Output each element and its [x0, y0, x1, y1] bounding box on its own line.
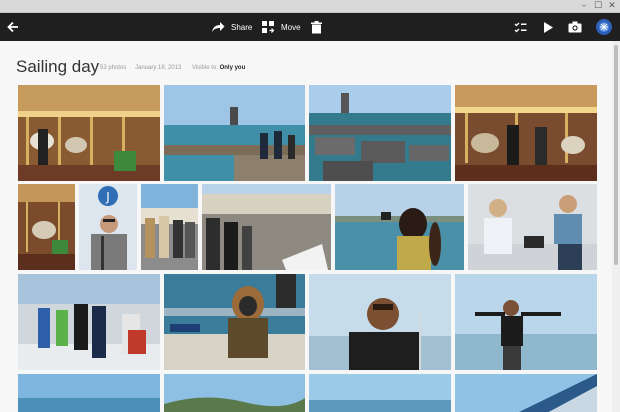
slideshow-button[interactable]	[543, 13, 554, 41]
svg-text:J: J	[105, 190, 110, 204]
photo-tile[interactable]	[18, 374, 160, 412]
photo-tile[interactable]	[141, 184, 198, 270]
checklist-icon	[514, 21, 527, 34]
play-icon	[543, 21, 554, 34]
maximize-icon[interactable]: ☐	[592, 1, 604, 11]
trash-icon	[311, 20, 322, 34]
visibility-value: Only you	[219, 65, 246, 71]
back-arrow-icon	[6, 20, 20, 34]
scrollbar-thumb[interactable]	[614, 45, 618, 265]
album-content: Sailing day 53 photos January 18, 2013 V…	[0, 41, 612, 412]
photo-tile[interactable]	[18, 85, 160, 181]
close-icon[interactable]: ✕	[606, 1, 618, 11]
photo-tile[interactable]	[18, 184, 75, 270]
top-toolbar: Share Move	[0, 13, 620, 41]
visibility-prefix: Visible to:	[192, 65, 218, 71]
photo-tile[interactable]	[309, 85, 451, 181]
move-icon	[261, 20, 275, 34]
window-titlebar: – ☐ ✕	[0, 0, 620, 13]
photo-tile[interactable]	[164, 274, 305, 370]
photo-tile[interactable]	[455, 85, 597, 181]
photo-tile[interactable]	[164, 85, 305, 181]
avatar-icon	[596, 19, 612, 35]
minimize-icon[interactable]: –	[578, 1, 590, 11]
photo-tile[interactable]: J	[79, 184, 137, 270]
move-button[interactable]: Move	[261, 13, 301, 41]
delete-button[interactable]	[311, 13, 322, 41]
share-arrow-icon	[211, 21, 225, 33]
back-button[interactable]	[6, 13, 20, 41]
camera-button[interactable]	[568, 13, 582, 41]
share-label: Share	[231, 22, 253, 32]
visibility-info[interactable]: Visible to: Only you	[192, 65, 245, 71]
account-avatar[interactable]	[596, 13, 612, 41]
photo-tile[interactable]	[309, 274, 451, 370]
share-button[interactable]: Share	[211, 13, 252, 41]
photo-tile[interactable]	[202, 184, 331, 270]
vertical-scrollbar[interactable]	[612, 41, 620, 412]
album-date: January 18, 2013	[135, 65, 182, 71]
photo-tile[interactable]	[335, 184, 464, 270]
photo-tile[interactable]	[164, 374, 305, 412]
photo-tile[interactable]	[468, 184, 597, 270]
photo-tile[interactable]	[309, 374, 451, 412]
move-label: Move	[281, 22, 301, 32]
photo-tile[interactable]	[455, 274, 597, 370]
photo-tile[interactable]	[18, 274, 160, 370]
album-title: Sailing day	[16, 57, 100, 76]
select-button[interactable]	[514, 13, 527, 41]
camera-icon	[568, 21, 582, 33]
photo-tile[interactable]	[455, 374, 597, 412]
photo-count: 53 photos	[100, 65, 127, 71]
